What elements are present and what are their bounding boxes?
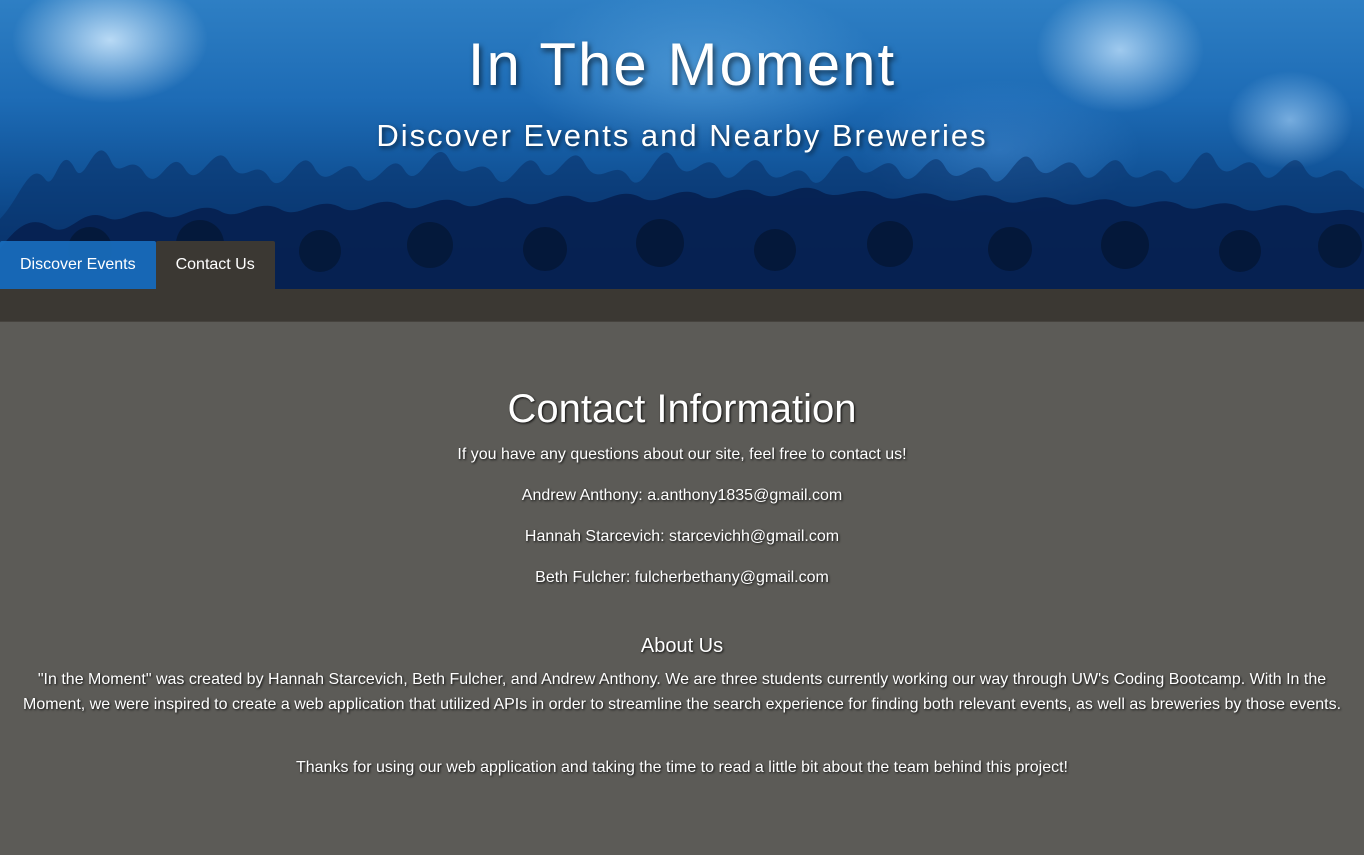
about-heading: About Us <box>640 635 724 657</box>
tab-discover-events[interactable]: Discover Events <box>0 241 156 289</box>
site-title: In The Moment <box>467 31 897 98</box>
tab-contact-us[interactable]: Contact Us <box>155 241 275 289</box>
contact-hannah-starcevich: Hannah Starcevich: starcevichh@gmail.com <box>524 528 840 545</box>
contact-beth-fulcher: Beth Fulcher: fulcherbethany@gmail.com <box>535 569 829 586</box>
about-description: "In the Moment" was created by Hannah St… <box>22 671 1342 713</box>
contact-andrew-anthony: Andrew Anthony: a.anthony1835@gmail.com <box>521 487 843 504</box>
site-subtitle: Discover Events and Nearby Breweries <box>376 118 988 153</box>
main-nav: Discover Events Contact Us <box>0 241 275 289</box>
tab-content-bar <box>0 289 1364 322</box>
hero-banner: In The Moment Discover Events and Nearby… <box>0 0 1364 289</box>
contact-page-content: Contact Information If you have any ques… <box>0 386 1364 779</box>
thanks-message: Thanks for using our web application and… <box>295 759 1068 776</box>
contact-intro: If you have any questions about our site… <box>457 446 907 463</box>
contact-heading: Contact Information <box>507 387 857 431</box>
